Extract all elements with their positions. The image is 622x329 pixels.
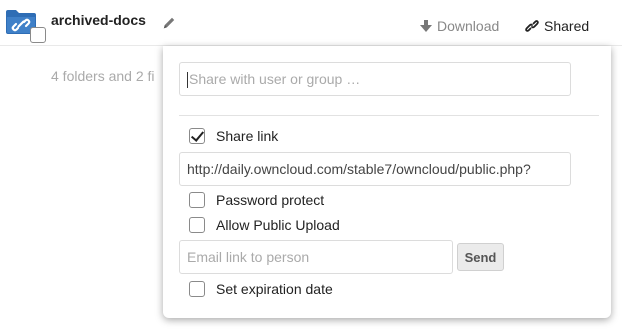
shared-label: Shared [544,18,590,34]
download-action[interactable]: Download [420,16,499,36]
share-link-checkbox[interactable] [189,128,205,144]
share-with-placeholder: Share with user or group … [189,71,361,87]
file-name[interactable]: archived-docs [51,12,146,28]
password-protect-label: Password protect [216,192,325,208]
share-with-input[interactable]: Share with user or group … [179,62,571,96]
row-select-checkbox[interactable] [30,27,46,43]
divider [179,115,599,116]
email-link-input[interactable]: Email link to person [179,240,453,274]
link-icon [525,20,539,32]
share-dropdown: Share with user or group … Share link ht… [163,46,611,318]
password-protect-option[interactable]: Password protect [189,191,324,209]
folder-summary: 4 folders and 2 fi [51,68,155,84]
password-protect-checkbox[interactable] [189,192,205,208]
public-link-field[interactable]: http://daily.owncloud.com/stable7/ownclo… [179,152,571,186]
app-window: archived-docs Download Shared 4 folders … [0,0,622,329]
pencil-icon[interactable] [161,15,177,31]
download-label: Download [437,18,500,34]
public-upload-label: Allow Public Upload [216,217,340,233]
text-caret [187,72,188,89]
share-link-option[interactable]: Share link [189,127,278,145]
expiration-option[interactable]: Set expiration date [189,280,333,298]
download-arrow-icon [420,20,432,32]
public-upload-checkbox[interactable] [189,217,205,233]
expiration-checkbox[interactable] [189,281,205,297]
shared-action[interactable]: Shared [524,16,589,36]
expiration-label: Set expiration date [216,281,333,297]
share-link-label: Share link [216,128,279,144]
send-button[interactable]: Send [457,243,504,271]
file-row: archived-docs Download Shared [0,0,622,46]
public-upload-option[interactable]: Allow Public Upload [189,216,340,234]
